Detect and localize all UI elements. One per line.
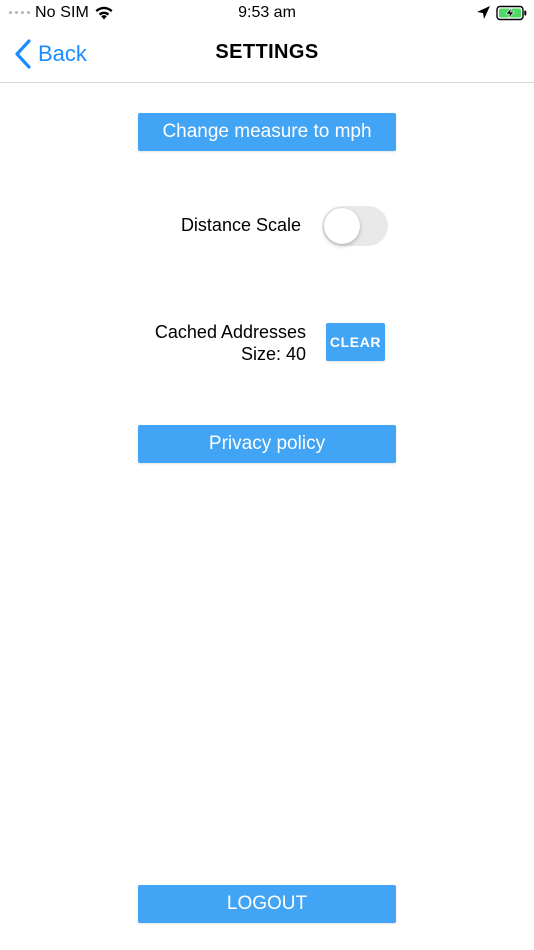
distance-scale-toggle[interactable] (322, 206, 388, 246)
battery-charging-icon (496, 5, 527, 21)
location-arrow-icon (477, 6, 490, 19)
change-measure-button[interactable]: Change measure to mph (138, 113, 396, 151)
cached-addresses-info: Cached Addresses Size: 40 (120, 321, 306, 365)
status-bar: No SIM 9:53 am (0, 0, 534, 26)
cached-addresses-label: Cached Addresses (154, 322, 306, 342)
page-title: SETTINGS (215, 41, 319, 63)
distance-scale-label: Distance Scale (180, 215, 301, 235)
settings-screen: No SIM 9:53 am Back SETTINGS Change meas… (0, 0, 534, 950)
toggle-knob (324, 208, 360, 244)
navigation-bar: Back SETTINGS (0, 26, 534, 83)
cached-size-label: Size: 40 (240, 344, 306, 364)
clear-cache-button[interactable]: CLEAR (326, 323, 385, 361)
clock: 9:53 am (238, 4, 296, 21)
privacy-policy-button[interactable]: Privacy policy (138, 425, 396, 463)
logout-button[interactable]: LOGOUT (138, 885, 396, 923)
